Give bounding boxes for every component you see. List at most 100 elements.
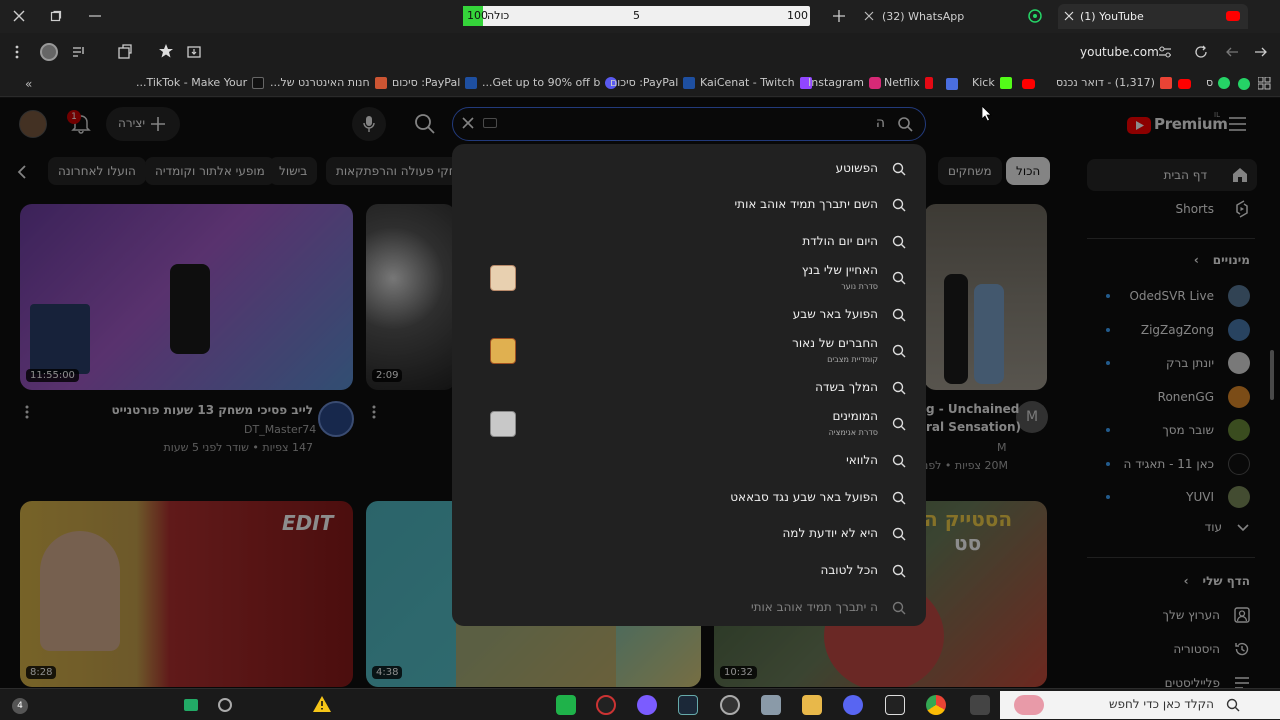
url-text[interactable]: youtube.com <box>1080 45 1159 59</box>
status-icon[interactable] <box>218 698 232 712</box>
create-button[interactable]: יצירה <box>106 107 180 141</box>
sidebar-item-subscription[interactable]: שובר מסך <box>1106 419 1250 441</box>
taskbar-app-icon[interactable] <box>720 695 740 715</box>
taskbar-media-icon[interactable] <box>637 695 657 715</box>
bookmark-deals[interactable]: Get up to 90% off b... <box>482 76 618 89</box>
scrollbar-thumb[interactable] <box>1270 350 1274 400</box>
search-input[interactable]: ה <box>452 107 926 141</box>
more-bookmarks-icon[interactable]: « <box>25 77 32 91</box>
bookmark-star-icon[interactable] <box>158 43 174 59</box>
taskbar-steam-icon[interactable] <box>678 695 698 715</box>
chip-recent[interactable]: הועלו לאחרונה <box>48 157 146 185</box>
suggestion-item[interactable]: היום יום הולדת <box>452 224 926 260</box>
bookmark-kick[interactable]: Kick <box>972 76 1012 89</box>
sidebar-you-header[interactable]: הדף שלי › <box>1184 574 1250 588</box>
taskbar-file-explorer-icon[interactable] <box>802 695 822 715</box>
taskbar-search-box[interactable]: הקלד כאן כדי לחפש <box>1000 691 1280 719</box>
media-controls-icon[interactable] <box>72 45 86 59</box>
close-tab-icon[interactable] <box>864 11 874 21</box>
voice-search-button[interactable] <box>352 107 386 141</box>
taskbar-app-icon[interactable] <box>556 695 576 715</box>
close-tab-icon[interactable] <box>1064 11 1074 21</box>
suggestion-item[interactable]: המומינים סדרת אנימציה <box>452 406 926 442</box>
back-icon[interactable] <box>1254 45 1268 59</box>
keyboard-icon[interactable] <box>483 118 497 128</box>
reload-icon[interactable] <box>1194 45 1208 59</box>
clear-search-icon[interactable] <box>461 116 475 130</box>
minimize-window-icon[interactable] <box>89 15 101 17</box>
channel-name[interactable]: M <box>997 441 1007 454</box>
chip-improv-comedy[interactable]: מופעי אלתור וקומדיה <box>145 157 275 185</box>
new-tab-icon[interactable] <box>833 10 845 22</box>
suggestion-item[interactable]: החברים של נאור קומדיית מצבים <box>452 333 926 369</box>
install-app-icon[interactable] <box>186 44 202 60</box>
youtube-bookmark-icon[interactable] <box>1022 79 1035 89</box>
account-avatar[interactable] <box>19 110 47 138</box>
video-thumbnail[interactable]: 11:55:00 <box>20 204 353 390</box>
video-title[interactable]: g - Unchained <box>926 402 1019 416</box>
whatsapp-bookmark-icon[interactable] <box>1238 78 1250 90</box>
channel-name[interactable]: DT_Master74 <box>244 423 316 436</box>
video-menu-icon[interactable] <box>372 405 376 419</box>
site-settings-icon[interactable] <box>1158 45 1172 59</box>
video-menu-icon[interactable] <box>25 405 29 419</box>
suggestion-item[interactable]: הכל לטובה <box>452 553 926 589</box>
video-title-line-2[interactable]: ral Sensation) <box>926 420 1021 434</box>
chip-cooking[interactable]: בישול <box>269 157 318 185</box>
taskbar-discord-icon[interactable] <box>843 695 863 715</box>
channel-avatar[interactable] <box>318 401 354 437</box>
warning-icon[interactable] <box>313 696 331 712</box>
bookmark-s[interactable]: ס <box>1206 76 1231 89</box>
sidebar-item-history[interactable]: היסטוריה <box>1130 641 1250 657</box>
bookmark-twitch[interactable]: KaiCenat - Twitch <box>700 76 812 89</box>
sidebar-item-more[interactable]: עוד <box>1132 520 1250 534</box>
suggestion-item[interactable]: הלוואי <box>452 443 926 479</box>
tab-whatsapp[interactable]: (32) WhatsApp <box>858 4 1058 29</box>
suggestion-item[interactable]: הפועל באר שבע נגד סבאאט <box>452 480 926 516</box>
notification-badge[interactable]: 4 <box>12 698 28 714</box>
tab-youtube[interactable]: (1) YouTube <box>1058 4 1248 29</box>
suggestion-item[interactable]: השם יתברך תמיד אוהב אותי <box>452 187 926 223</box>
forward-icon[interactable] <box>1225 45 1239 59</box>
suggestion-item[interactable]: המלך בשדה <box>452 370 926 406</box>
sidebar-item-subscription[interactable]: יונתן ברק <box>1106 352 1250 374</box>
sidebar-item-subscription[interactable]: OdedSVR Live <box>1106 285 1250 307</box>
suggestion-item[interactable]: הפועל באר שבע <box>452 297 926 333</box>
chips-scroll-left-icon[interactable] <box>10 162 34 182</box>
video-thumbnail[interactable] <box>924 204 1047 390</box>
chip-games[interactable]: משחקים <box>938 157 1002 185</box>
taskbar-chrome-icon[interactable] <box>926 695 946 715</box>
close-window-icon[interactable] <box>12 9 26 23</box>
suggestion-item[interactable]: היא לא יודעת למה <box>452 516 926 552</box>
taskbar-epic-games-icon[interactable] <box>885 695 905 715</box>
translate-icon[interactable] <box>946 78 958 90</box>
video-title[interactable]: לייב פסיכי משחק 13 שעות פורטנייט <box>112 403 313 417</box>
taskbar-app-icon[interactable] <box>761 695 781 715</box>
sidebar-item-home[interactable]: דף הבית <box>1087 159 1257 191</box>
bookmark-instagram[interactable]: Instagram <box>808 76 881 89</box>
apps-grid-icon[interactable] <box>1258 77 1271 90</box>
sidebar-item-subscription[interactable]: ZigZagZong <box>1106 319 1250 341</box>
bookmark-webstore[interactable]: חנות האינטרנט של... <box>270 76 387 89</box>
sidebar-item-subscription[interactable]: כאן 11 - תאגיד השי... <box>1106 453 1250 475</box>
suggestion-item[interactable]: ה יתברך תמיד אוהב אותי <box>452 590 926 626</box>
restore-window-icon[interactable] <box>50 10 62 22</box>
sidebar-item-your-channel[interactable]: הערוץ שלך <box>1130 607 1250 623</box>
page-scrollbar[interactable] <box>1268 102 1276 684</box>
bookmark-paypal-1[interactable]: PayPal: סיכום <box>392 76 478 89</box>
search-submit-icon[interactable] <box>414 113 436 135</box>
sidebar-subscriptions-header[interactable]: מינויים › <box>1194 253 1250 267</box>
bookmark-netflix[interactable]: Netflix <box>884 76 933 89</box>
youtube-bookmark-icon[interactable] <box>1178 79 1191 89</box>
suggestion-item[interactable]: הפשוטע <box>452 151 926 187</box>
profile-avatar-icon[interactable] <box>40 43 58 61</box>
suggestion-item[interactable]: האחיין שלי בנץ סדרת נוער <box>452 260 926 296</box>
sidebar-item-shorts[interactable]: Shorts <box>1176 200 1250 218</box>
video-thumbnail[interactable]: EDIT 8:28 <box>20 501 353 687</box>
hamburger-menu-icon[interactable] <box>1229 117 1246 131</box>
extensions-icon[interactable] <box>117 44 133 60</box>
chip-all[interactable]: הכול <box>1006 157 1051 185</box>
sidebar-item-subscription[interactable]: YUVI <box>1106 486 1250 508</box>
bookmark-paypal-2[interactable]: PayPal: סיכום <box>610 76 696 89</box>
network-icon[interactable] <box>184 699 198 711</box>
